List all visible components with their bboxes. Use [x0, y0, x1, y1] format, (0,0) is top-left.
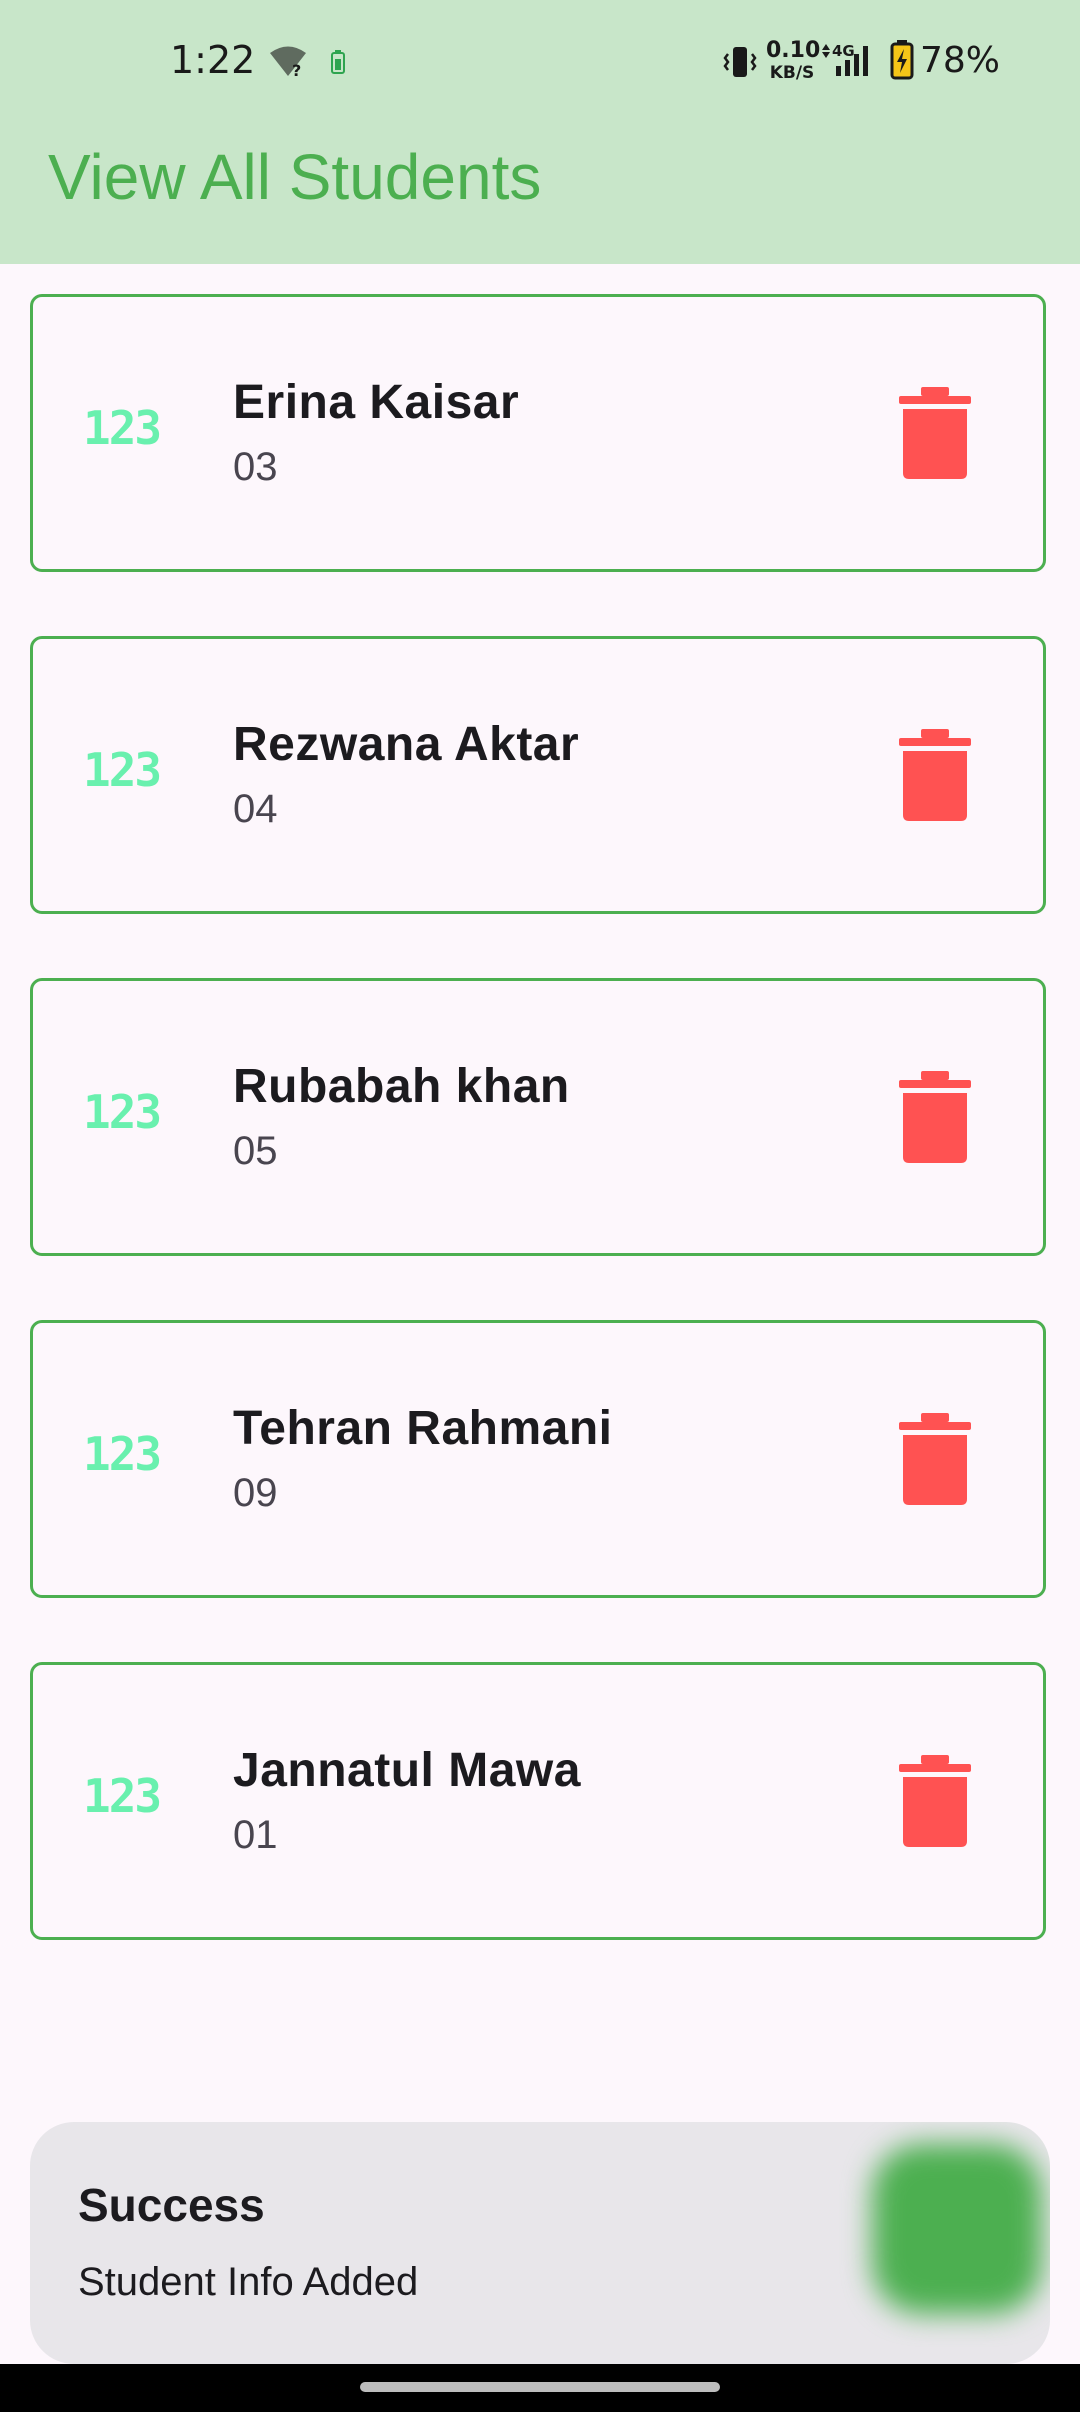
add-student-fab[interactable]: [872, 2144, 1042, 2314]
numbers-icon: 123: [83, 1769, 162, 1823]
delete-icon[interactable]: [895, 729, 975, 825]
student-name: Rezwana Aktar: [233, 718, 580, 771]
signal-icon: 4G: [822, 42, 884, 83]
numbers-icon: 123: [83, 743, 162, 797]
student-name: Rubabah khan: [233, 1060, 570, 1113]
student-card[interactable]: 123 Jannatul Mawa 01: [30, 1662, 1046, 1940]
battery-icon: [890, 40, 914, 85]
svg-text:4G: 4G: [832, 42, 855, 60]
student-name: Erina Kaisar: [233, 376, 520, 429]
student-roll: 09: [233, 1471, 278, 1515]
student-name: Jannatul Mawa: [233, 1744, 581, 1797]
delete-icon[interactable]: [895, 1071, 975, 1167]
battery-percent: 78%: [920, 40, 1001, 81]
battery-saver-icon: [330, 50, 346, 79]
wifi-icon: ?: [268, 44, 308, 83]
numbers-icon: 123: [83, 1427, 162, 1481]
student-card[interactable]: 123 Erina Kaisar 03: [30, 294, 1046, 572]
student-card[interactable]: 123 Rubabah khan 05: [30, 978, 1046, 1256]
student-card[interactable]: 123 Tehran Rahmani 09: [30, 1320, 1046, 1598]
snackbar-title: Success: [78, 2179, 265, 2231]
delete-icon[interactable]: [895, 1413, 975, 1509]
navigation-bar: [0, 2364, 1080, 2412]
home-gesture-handle[interactable]: [360, 2382, 720, 2392]
app-bar: 1:22 ? 0.10 KB/S 4G 78% View All Student…: [0, 0, 1080, 264]
page-title: View All Students: [48, 141, 542, 213]
student-roll: 01: [233, 1813, 278, 1857]
svg-text:?: ?: [292, 61, 301, 78]
status-bar: 1:22 ? 0.10 KB/S 4G 78%: [0, 0, 1080, 128]
student-roll: 03: [233, 445, 278, 489]
status-time: 1:22: [170, 38, 256, 82]
numbers-icon: 123: [83, 1085, 162, 1139]
student-roll: 05: [233, 1129, 278, 1173]
delete-icon[interactable]: [895, 387, 975, 483]
numbers-icon: 123: [83, 401, 162, 455]
student-roll: 04: [233, 787, 278, 831]
student-card[interactable]: 123 Rezwana Aktar 04: [30, 636, 1046, 914]
network-speed: 0.10 KB/S: [766, 38, 821, 84]
vibrate-icon: [722, 44, 758, 85]
success-snackbar: Success Student Info Added: [30, 2122, 1050, 2364]
delete-icon[interactable]: [895, 1755, 975, 1851]
student-name: Tehran Rahmani: [233, 1402, 613, 1455]
snackbar-message: Student Info Added: [78, 2260, 419, 2304]
